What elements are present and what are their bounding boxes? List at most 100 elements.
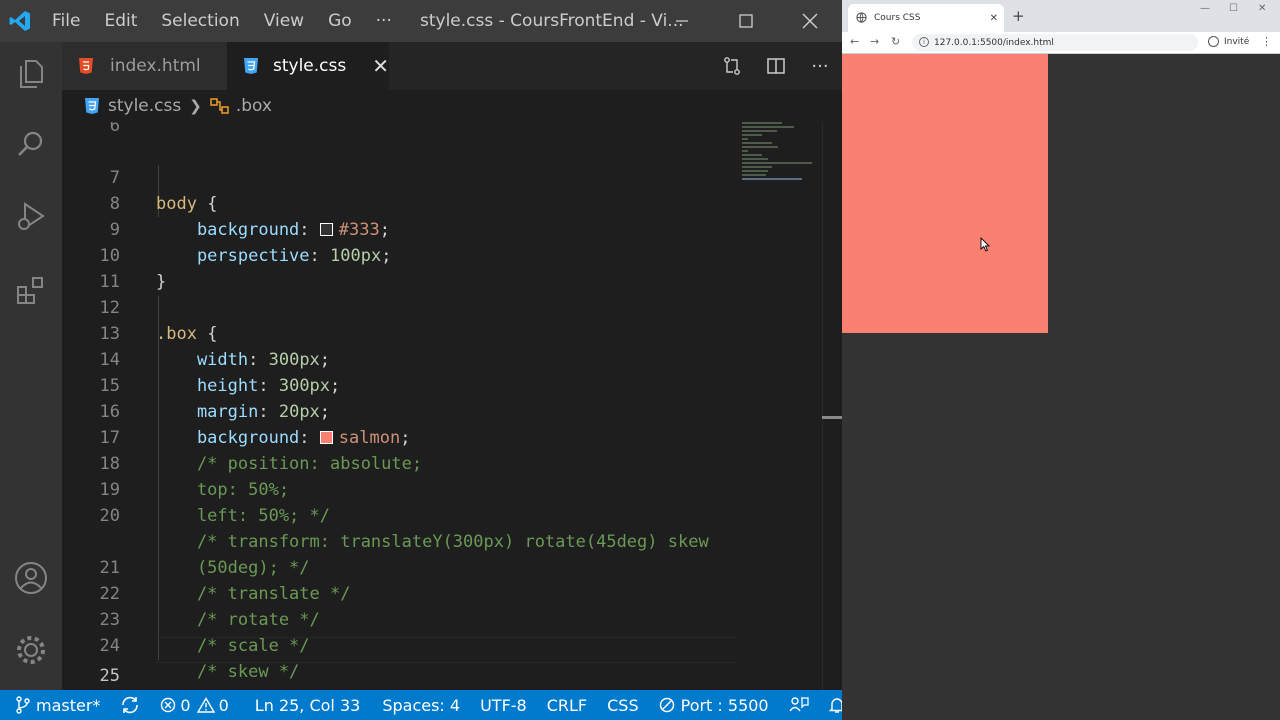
maximize-button[interactable] [714, 0, 778, 42]
run-debug-icon[interactable] [0, 186, 62, 246]
code-line: 10 } [99, 246, 167, 292]
code-line: 13 width: 300px; [99, 324, 331, 370]
chevron-right-icon: ❯ [189, 97, 202, 115]
code-line: 14 height: 300px; [99, 350, 341, 396]
code-line: 20 /* transform: translateY(300px) rotat… [99, 506, 709, 552]
code-line-current: 25 transform: translate3d(0,0,50px) [62, 637, 842, 686]
breadcrumb-symbol[interactable]: .box [236, 96, 272, 116]
feedback-icon[interactable] [779, 690, 819, 720]
git-branch-icon [16, 696, 30, 714]
menu-view[interactable]: View [252, 11, 316, 31]
code-line: 19 left: 50%; */ [99, 480, 330, 526]
code-line: 21 /* translate */ [99, 558, 351, 604]
browser-tab-strip: Cours CSS ✕ + — ☐ ✕ [842, 0, 1280, 32]
menu-file[interactable]: File [40, 11, 92, 31]
indentation[interactable]: Spaces: 4 [372, 690, 470, 720]
minimap[interactable] [742, 122, 822, 192]
minimize-button[interactable] [650, 0, 714, 42]
salmon-box [842, 54, 1048, 333]
browser-tab-title: Cours CSS [874, 13, 921, 23]
encoding[interactable]: UTF-8 [470, 690, 537, 720]
cursor-position[interactable]: Ln 25, Col 33 [245, 690, 371, 720]
html5-icon [78, 57, 100, 75]
tab-style-css[interactable]: style.css ✕ [227, 42, 389, 90]
browser-toolbar: ← → ↻ i 127.0.0.1:5500/index.html Invité… [842, 32, 1280, 54]
menu-selection[interactable]: Selection [149, 11, 251, 31]
code-line: 9 perspective: 100px; [109, 220, 392, 266]
browser-window: Cours CSS ✕ + — ☐ ✕ ← → ↻ i 127.0.0.1:55… [842, 0, 1280, 720]
symbol-icon [210, 97, 230, 115]
url-text: 127.0.0.1:5500/index.html [934, 37, 1054, 48]
vscode-window: File Edit Selection View Go ··· style.cs… [0, 0, 845, 720]
site-info-icon[interactable]: i [919, 37, 929, 47]
end-of-line[interactable]: CRLF [537, 690, 597, 720]
menu-more[interactable]: ··· [364, 11, 404, 31]
vertical-scrollbar[interactable] [822, 122, 842, 690]
code-line: 22 /* rotate */ [99, 584, 320, 630]
new-tab-icon[interactable]: + [1012, 7, 1025, 25]
menu-go[interactable]: Go [316, 11, 364, 31]
extensions-icon[interactable] [0, 260, 62, 320]
tab-label: style.css [273, 56, 347, 76]
tab-label: index.html [110, 56, 201, 76]
vscode-logo-icon [0, 0, 40, 42]
settings-gear-icon[interactable] [0, 620, 62, 680]
breadcrumb-file[interactable]: style.css [108, 96, 181, 116]
browser-minimize-button[interactable]: — [1200, 3, 1210, 14]
tab-close-icon[interactable]: ✕ [372, 54, 389, 78]
profile-avatar-icon [1208, 36, 1219, 47]
code-line: 12 .box { [99, 298, 218, 344]
split-editor-icon[interactable] [754, 56, 798, 76]
line-number: 6 [109, 122, 120, 136]
back-arrow-icon[interactable]: ← [850, 35, 859, 48]
problems-indicator[interactable]: 0 0 [150, 690, 238, 720]
address-bar[interactable]: i 127.0.0.1:5500/index.html [912, 34, 1198, 51]
globe-icon [856, 12, 868, 24]
code-editor[interactable]: 6 7 body { 8 background: #333; 9 perspec… [62, 122, 842, 690]
code-line: 15 margin: 20px; [99, 376, 331, 422]
search-icon[interactable] [0, 114, 62, 174]
warning-icon [196, 697, 215, 713]
block-icon [659, 697, 675, 713]
close-tab-icon[interactable]: ✕ [990, 13, 998, 24]
open-changes-icon[interactable] [710, 56, 754, 76]
menu-edit[interactable]: Edit [92, 11, 149, 31]
code-line: 7 body { [109, 168, 218, 214]
scrollbar-thumb[interactable] [822, 416, 842, 419]
browser-menu-icon[interactable]: ⋮ [1261, 35, 1272, 48]
profile-button[interactable]: Invité [1208, 36, 1249, 47]
language-mode[interactable]: CSS [597, 690, 648, 720]
browser-maximize-button[interactable]: ☐ [1229, 3, 1238, 14]
code-line: 8 background: #333; [109, 194, 390, 240]
breadcrumb: style.css ❯ .box [62, 90, 842, 122]
activity-bar [0, 42, 62, 690]
browser-close-button[interactable]: ✕ [1258, 3, 1266, 14]
reload-icon[interactable]: ↻ [891, 35, 900, 48]
code-line: 17 /* position: absolute; [99, 428, 423, 474]
error-icon [160, 697, 176, 713]
more-actions-icon[interactable]: ··· [798, 56, 842, 77]
close-window-button[interactable] [778, 0, 842, 42]
sync-icon[interactable] [110, 690, 150, 720]
code-line: 23 /* scale */ [99, 610, 310, 656]
tab-index-html[interactable]: index.html [62, 42, 227, 90]
menu-bar: File Edit Selection View Go ··· [40, 0, 404, 42]
css3-icon [84, 97, 100, 115]
window-title: style.css - CoursFrontEnd - Vi... [420, 11, 684, 31]
accounts-icon[interactable] [0, 548, 62, 608]
forward-arrow-icon[interactable]: → [870, 35, 879, 48]
browser-tab[interactable]: Cours CSS ✕ [848, 4, 1004, 32]
live-server-port[interactable]: Port : 5500 [649, 690, 779, 720]
title-bar: File Edit Selection View Go ··· style.cs… [0, 0, 842, 42]
code-line: 26 } [62, 663, 842, 689]
browser-viewport [842, 54, 1280, 720]
code-line: 24 /* skew */ [99, 636, 300, 682]
git-branch[interactable]: master* [0, 690, 110, 720]
explorer-icon[interactable] [0, 44, 62, 104]
code-line: 11 [99, 272, 120, 292]
css3-icon [243, 57, 263, 75]
code-line: 16 background: salmon; [99, 402, 411, 448]
code-line-wrapped: (50deg); */ [156, 558, 310, 578]
mouse-pointer-icon [980, 236, 991, 256]
editor-actions: ··· [710, 42, 842, 90]
